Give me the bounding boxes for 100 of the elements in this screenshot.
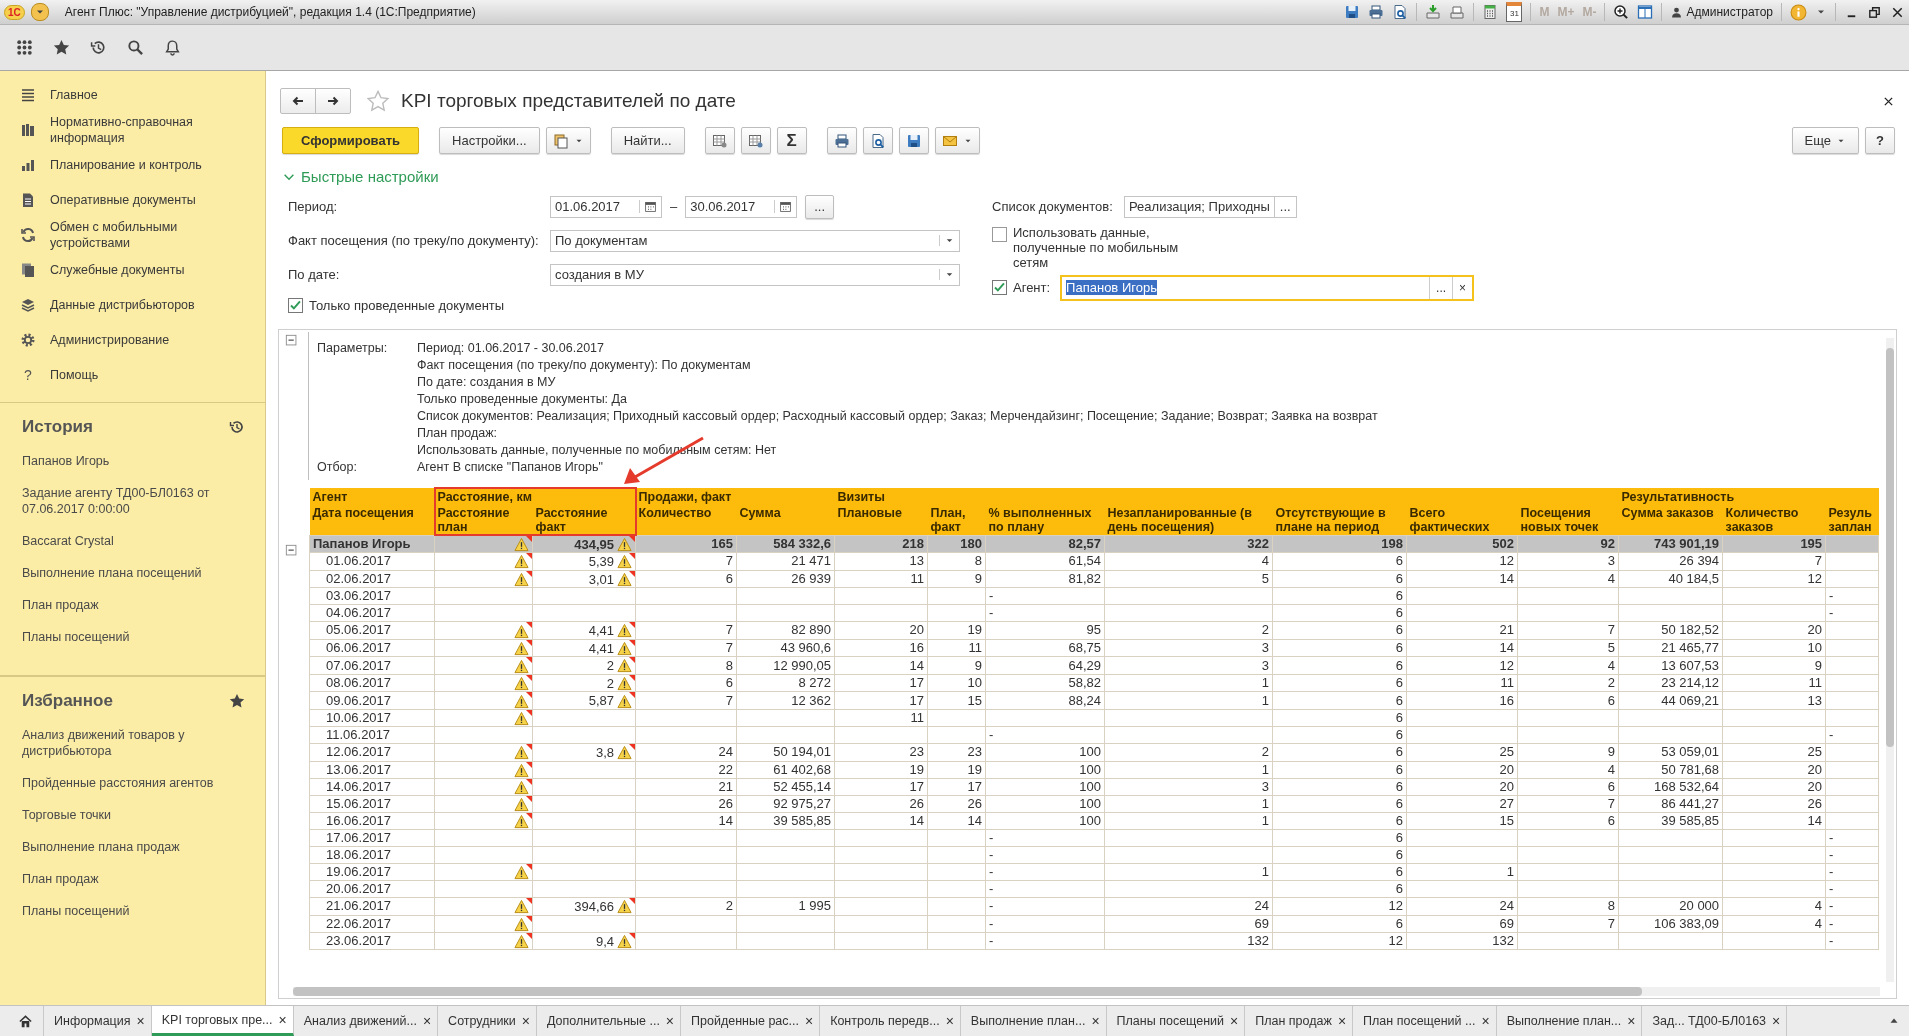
window-tab[interactable]: Выполнение план... × — [960, 1006, 1107, 1036]
dropdown-field[interactable]: создания в МУ — [550, 263, 960, 286]
table-cell: 12 — [1406, 656, 1518, 675]
toolbar-button[interactable] — [740, 127, 771, 154]
printer-icon[interactable] — [1368, 4, 1385, 20]
collapse-icon[interactable] — [285, 333, 299, 348]
column-header[interactable]: Посещения новых точек — [1517, 504, 1619, 535]
sidebar-link[interactable]: План продаж — [0, 589, 265, 621]
window-tab[interactable]: Выполнение план... × — [1496, 1006, 1643, 1036]
panel-icon[interactable] — [1637, 4, 1654, 20]
table-cell: 24 — [1104, 897, 1273, 915]
sidebar-link[interactable]: Планы посещений — [0, 621, 265, 653]
apps-grid-icon[interactable] — [16, 39, 33, 56]
window-tab[interactable]: Дополнительные ... × — [537, 1006, 682, 1036]
column-header[interactable]: Сумма — [736, 504, 835, 535]
date-field[interactable]: 30.06.2017 — [685, 195, 798, 218]
field-label: Факт посещения (по треку/по документу): — [288, 233, 540, 248]
sidebar-link[interactable]: Выполнение плана посещений — [0, 557, 265, 589]
column-header[interactable]: Количество заказов — [1722, 504, 1826, 535]
sidebar-item[interactable]: Помощь — [50, 366, 99, 383]
window-tab[interactable]: Зад... ТД00-БЛ0163 × — [1642, 1006, 1788, 1036]
toolbar-button[interactable] — [704, 127, 735, 154]
column-header[interactable]: Всего фактических — [1406, 504, 1518, 535]
help-button[interactable]: ? — [1865, 127, 1895, 154]
sidebar-link[interactable]: Папанов Игорь — [0, 445, 265, 477]
sidebar-item[interactable]: Оперативные документы — [50, 191, 196, 208]
window-tab[interactable]: Контроль передв... × — [820, 1006, 961, 1036]
window-tab[interactable]: KPI торговых пре... × — [151, 1006, 294, 1036]
column-header[interactable]: Сумма заказов — [1618, 504, 1723, 535]
sidebar-link[interactable]: Выполнение плана продаж — [0, 831, 265, 863]
column-header[interactable]: Отсутствующие в плане на период — [1272, 504, 1407, 535]
settings-button[interactable]: Настройки... — [439, 127, 540, 154]
checkbox[interactable] — [992, 226, 1007, 242]
toolbar-button[interactable] — [934, 127, 980, 154]
calendar-icon[interactable] — [639, 200, 657, 213]
window-tab[interactable]: Информация × — [44, 1006, 152, 1036]
sidebar-item[interactable]: Администрирование — [50, 331, 170, 348]
column-header[interactable]: % выполненных по плану — [985, 504, 1105, 535]
column-header[interactable]: Плановые — [834, 504, 928, 535]
column-header[interactable]: Незапланированные (в день посещения) — [1104, 504, 1273, 535]
window-tab[interactable]: План продаж × — [1245, 1006, 1354, 1036]
agent-field[interactable]: Папанов Игорь ... × — [1060, 274, 1475, 301]
toolbar-button[interactable] — [826, 127, 857, 154]
column-header[interactable]: Резуль заплан — [1825, 504, 1879, 535]
toolbar-button[interactable] — [898, 127, 929, 154]
vertical-scrollbar[interactable] — [1886, 337, 1894, 982]
collapse-icon[interactable] — [285, 543, 299, 558]
sidebar-item[interactable]: Данные дистрибьюторов — [50, 296, 195, 313]
sidebar-item[interactable]: Служебные документы — [50, 261, 185, 278]
date-field[interactable]: 01.06.2017 — [550, 195, 662, 218]
select-button[interactable]: ... — [1274, 195, 1297, 218]
calculator-icon[interactable] — [1482, 4, 1499, 20]
sidebar-item[interactable]: Главное — [50, 86, 98, 103]
table-cell: - — [985, 863, 1105, 881]
zoom-in-icon[interactable] — [1613, 4, 1630, 20]
checkbox[interactable] — [288, 298, 303, 313]
star-icon[interactable] — [53, 39, 70, 56]
history-icon[interactable] — [90, 39, 107, 56]
tray-icon[interactable] — [1449, 4, 1466, 20]
restore-icon[interactable] — [1867, 4, 1882, 20]
sum-button[interactable]: Σ — [776, 127, 807, 154]
user-menu[interactable]: Администратор — [1670, 5, 1773, 19]
section-title: Избранное — [22, 691, 113, 711]
sidebar-link[interactable]: Торговые точки — [0, 799, 265, 831]
bell-icon[interactable] — [164, 39, 181, 56]
generate-button[interactable]: Сформировать — [282, 127, 420, 154]
more-button[interactable]: Еще — [1791, 127, 1860, 154]
column-header[interactable]: План, факт — [927, 504, 986, 535]
checkbox[interactable] — [992, 280, 1007, 295]
sidebar-link[interactable]: План продаж — [0, 863, 265, 895]
preview-icon[interactable] — [1392, 4, 1409, 20]
window-tab[interactable]: Анализ движений... × — [293, 1006, 439, 1036]
window-tab[interactable]: Планы посещений × — [1106, 1006, 1246, 1036]
window-tab[interactable]: Сотрудники × — [438, 1006, 537, 1036]
period-button[interactable]: ... — [805, 194, 835, 219]
save-icon[interactable] — [1344, 4, 1361, 20]
sidebar-link[interactable]: Задание агенту ТД00-БЛ0163 от 07.06.2017 0:00:00 — [0, 477, 265, 525]
calendar-button[interactable]: 31 — [1506, 2, 1523, 22]
window-tab[interactable]: Пройденные рас... × — [681, 1006, 821, 1036]
sidebar-link[interactable]: Пройденные расстояния агентов — [0, 767, 265, 799]
find-button[interactable]: Найти... — [610, 127, 685, 154]
sidebar-item[interactable]: Обмен с мобильными устройствами — [50, 218, 255, 251]
calendar-icon[interactable] — [774, 200, 793, 213]
sidebar-item[interactable]: Планирование и контроль — [50, 156, 202, 173]
dropdown-field[interactable]: По документам — [550, 229, 960, 252]
sidebar-link[interactable]: Планы посещений — [0, 895, 265, 927]
document-list-field[interactable]: Реализация; Приходны — [1124, 195, 1275, 218]
column-header[interactable]: Количество — [635, 504, 737, 535]
column-header[interactable]: Дата посещения — [309, 504, 435, 535]
sidebar-link[interactable]: Анализ движений товаров у дистрибьютора — [0, 719, 265, 767]
tray-arrow-icon[interactable] — [1425, 4, 1442, 20]
sidebar-link[interactable]: Baccarat Crystal — [0, 525, 265, 557]
toolbar-button[interactable] — [862, 127, 893, 154]
section-toggle[interactable]: Быстрые настройки — [282, 168, 439, 185]
search-icon[interactable] — [127, 39, 144, 56]
main-menu-button[interactable] — [30, 3, 49, 21]
sidebar-item[interactable]: Нормативно-справочная информация — [50, 113, 255, 146]
horizontal-scrollbar[interactable] — [293, 987, 1880, 996]
favorite-star-icon[interactable] — [367, 90, 389, 112]
window-tab[interactable]: План посещений ... × — [1353, 1006, 1497, 1036]
